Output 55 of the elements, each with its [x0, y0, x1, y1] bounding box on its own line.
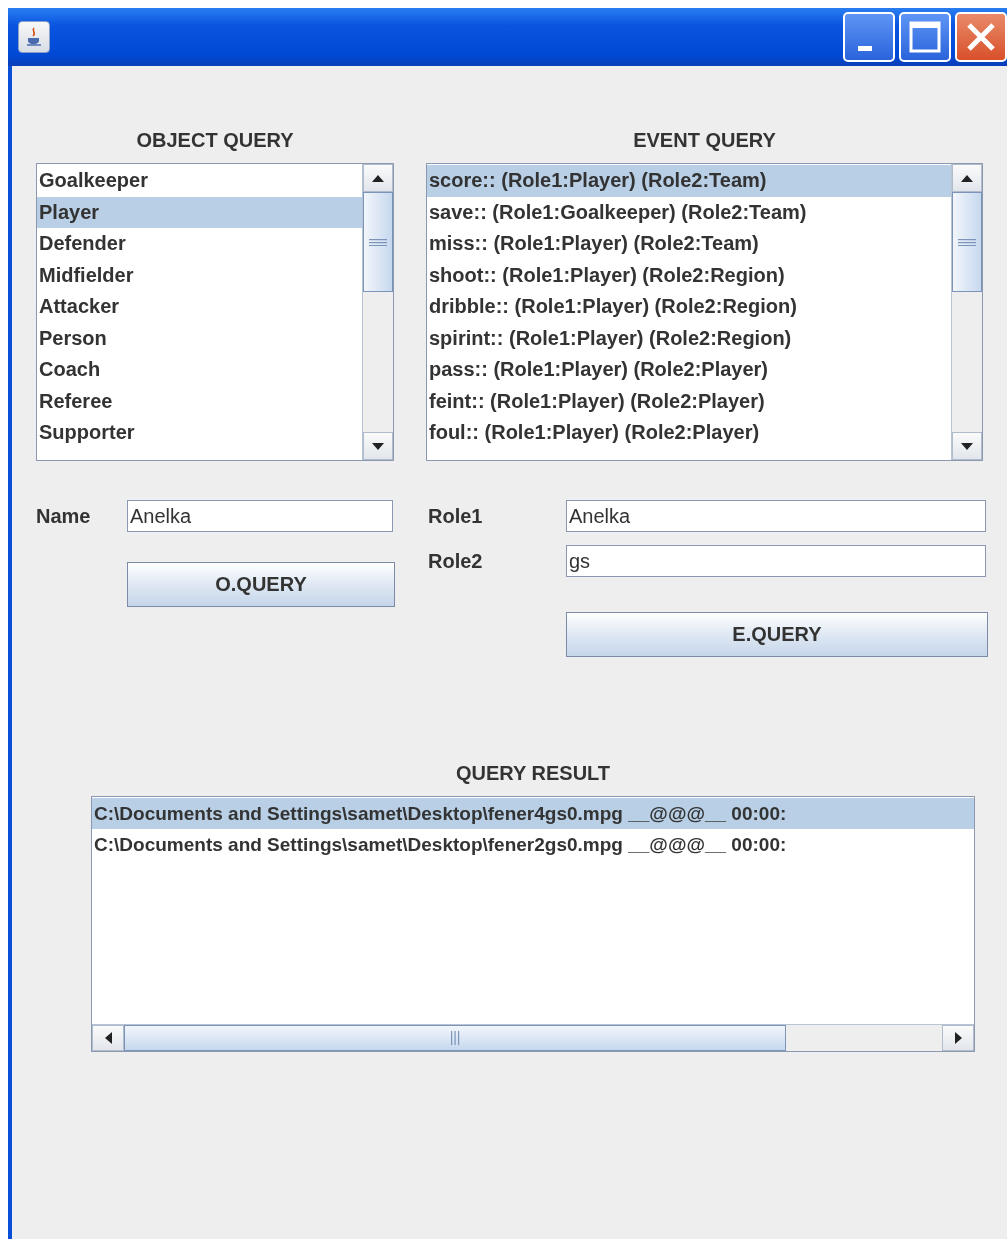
result-item[interactable]: C:\Documents and Settings\samet\Desktop\fener4gs0.mpg __@@@__ 00:00: [92, 798, 974, 829]
scroll-right-button[interactable] [942, 1025, 974, 1051]
maximize-icon [908, 20, 942, 54]
role2-label: Role2 [428, 549, 484, 573]
list-item[interactable]: Supporter [37, 417, 362, 449]
list-item[interactable]: Person [37, 322, 362, 354]
grip-icon [369, 238, 387, 246]
object-query-button[interactable]: O.QUERY [127, 562, 395, 607]
event-query-button[interactable]: E.QUERY [566, 612, 988, 657]
list-item[interactable]: dribble:: (Role1:Player) (Role2:Region) [427, 291, 951, 323]
role1-label: Role1 [428, 504, 484, 528]
list-item[interactable]: Midfielder [37, 259, 362, 291]
scroll-down-button[interactable] [952, 432, 982, 460]
minimize-icon [858, 45, 872, 51]
list-item[interactable]: pass:: (Role1:Player) (Role2:Player) [427, 354, 951, 386]
list-item[interactable]: Defender [37, 228, 362, 260]
arrow-down-icon [372, 442, 384, 450]
arrow-down-icon [961, 442, 973, 450]
maximize-button[interactable] [899, 12, 951, 62]
cup-icon[interactable] [18, 21, 50, 53]
list-item[interactable]: spirint:: (Role1:Player) (Role2:Region) [427, 322, 951, 354]
role2-field[interactable]: gs [566, 545, 986, 577]
event-query-heading: EVENT QUERY [633, 129, 776, 153]
scrollbar-thumb[interactable] [952, 192, 982, 292]
scroll-up-button[interactable] [363, 164, 393, 192]
list-item[interactable]: score:: (Role1:Player) (Role2:Team) [427, 165, 951, 197]
list-item[interactable]: miss:: (Role1:Player) (Role2:Team) [427, 228, 951, 260]
arrow-up-icon [372, 174, 384, 182]
list-item[interactable]: save:: (Role1:Goalkeeper) (Role2:Team) [427, 196, 951, 228]
list-item[interactable]: Coach [37, 354, 362, 386]
grip-icon [958, 238, 976, 246]
list-item[interactable]: Referee [37, 385, 362, 417]
scrollbar-thumb[interactable] [363, 192, 393, 292]
role1-field[interactable]: Anelka [566, 500, 986, 532]
arrow-up-icon [961, 174, 973, 182]
list-item[interactable]: foul:: (Role1:Player) (Role2:Player) [427, 417, 951, 449]
scrollbar-thumb[interactable] [124, 1025, 786, 1051]
result-item[interactable]: C:\Documents and Settings\samet\Desktop\fener2gs0.mpg __@@@__ 00:00: [92, 829, 974, 860]
list-item[interactable]: Player [37, 196, 362, 228]
list-item[interactable]: Goalkeeper [37, 165, 362, 197]
minimize-button[interactable] [843, 12, 895, 62]
name-field[interactable]: Anelka [127, 500, 393, 532]
list-item[interactable]: Attacker [37, 291, 362, 323]
scroll-left-button[interactable] [92, 1025, 124, 1051]
object-query-heading: OBJECT QUERY [136, 129, 294, 153]
arrow-right-icon [954, 1032, 962, 1044]
name-label: Name [36, 504, 92, 528]
list-item[interactable]: shoot:: (Role1:Player) (Role2:Region) [427, 259, 951, 291]
close-button[interactable] [955, 12, 1007, 62]
scroll-down-button[interactable] [363, 432, 393, 460]
list-item[interactable]: feint:: (Role1:Player) (Role2:Player) [427, 385, 951, 417]
grip-icon [450, 1031, 460, 1045]
arrow-left-icon [104, 1032, 112, 1044]
scroll-up-button[interactable] [952, 164, 982, 192]
query-result-heading: QUERY RESULT [455, 762, 611, 786]
